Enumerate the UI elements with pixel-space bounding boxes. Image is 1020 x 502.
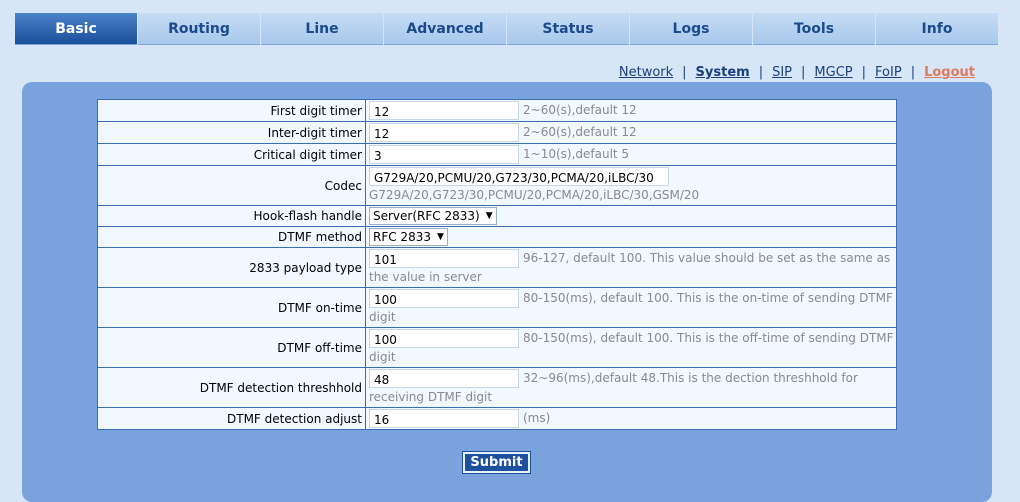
subnav-separator: |	[910, 65, 916, 80]
subnav-system-link[interactable]: System	[696, 65, 750, 80]
dtmf-adjust-input[interactable]: 16	[369, 409, 519, 428]
tab-tools[interactable]: Tools	[753, 13, 875, 45]
subnav-separator: |	[682, 65, 687, 80]
subnav-separator: |	[758, 65, 764, 80]
tab-basic[interactable]: Basic	[15, 13, 137, 45]
table-row: Hook-flash handle Server(RFC 2833) ▼	[97, 205, 897, 227]
dtmf-method-select[interactable]: RFC 2833 ▼	[369, 228, 448, 246]
dtmf-off-time-input[interactable]: 100	[369, 328, 519, 348]
table-row: DTMF on-time 100 80-150(ms), default 100.…	[97, 287, 897, 328]
dtmf-adjust-label: DTMF detection adjust	[97, 407, 366, 430]
tab-status[interactable]: Status	[507, 13, 629, 45]
dtmf-on-time-input[interactable]: 100	[369, 288, 519, 308]
dtmf-off-time-label: DTMF off-time	[97, 327, 366, 368]
first-digit-timer-label: First digit timer	[97, 99, 366, 122]
tab-advanced[interactable]: Advanced	[384, 13, 506, 45]
codec-label: Codec	[97, 165, 366, 206]
dtmf-on-time-label: DTMF on-time	[97, 287, 366, 328]
payload-type-input[interactable]: 101	[369, 248, 519, 268]
hook-flash-selected-value: Server(RFC 2833)	[373, 208, 480, 223]
hook-flash-label: Hook-flash handle	[97, 205, 366, 227]
payload-type-label: 2833 payload type	[97, 247, 366, 288]
inter-digit-timer-hint: 2~60(s),default 12	[523, 125, 637, 139]
chevron-down-icon: ▼	[485, 210, 493, 221]
inter-digit-timer-input[interactable]: 12	[369, 123, 519, 142]
critical-digit-timer-label: Critical digit timer	[97, 143, 366, 166]
table-row: DTMF off-time 100 80-150(ms), default 100…	[97, 327, 897, 368]
chevron-down-icon: ▼	[436, 231, 444, 242]
table-row: DTMF method RFC 2833 ▼	[97, 226, 897, 248]
submit-button[interactable]: Submit	[462, 451, 531, 474]
critical-digit-timer-hint: 1~10(s),default 5	[523, 147, 630, 161]
table-row: Critical digit timer 3 1~10(s),default 5	[97, 143, 897, 166]
subnav-sip-link[interactable]: SIP	[772, 65, 792, 80]
dtmf-threshold-label: DTMF detection threshhold	[97, 367, 366, 408]
dtmf-method-selected-value: RFC 2833	[373, 229, 431, 244]
dtmf-method-label: DTMF method	[97, 226, 366, 248]
main-tabs: Basic Routing Line Advanced Status Logs …	[15, 13, 999, 45]
table-row: 2833 payload type 101 96-127, default 100…	[97, 247, 897, 288]
tab-logs[interactable]: Logs	[630, 13, 752, 45]
first-digit-timer-input[interactable]: 12	[369, 101, 519, 120]
codec-hint: G729A/20,G723/30,PCMU/20,PCMA/20,iLBC/30…	[369, 187, 700, 202]
subnav-network-link[interactable]: Network	[619, 65, 673, 80]
inter-digit-timer-label: Inter-digit timer	[97, 121, 366, 144]
subnav-separator: |	[801, 65, 806, 80]
hook-flash-select[interactable]: Server(RFC 2833) ▼	[369, 207, 497, 225]
subnav-mgcp-link[interactable]: MGCP	[814, 65, 852, 80]
table-row: Inter-digit timer 12 2~60(s),default 12	[97, 121, 897, 144]
table-row: First digit timer 12 2~60(s),default 12	[97, 99, 897, 122]
table-row: DTMF detection threshhold 48 32~96(ms),de…	[97, 367, 897, 408]
subnav-separator: |	[861, 65, 867, 80]
subnav-foip-link[interactable]: FoIP	[875, 65, 902, 80]
sub-navigation: Network | System | SIP | MGCP | FoIP | L…	[619, 65, 975, 80]
tab-info[interactable]: Info	[876, 13, 998, 45]
table-row: Codec G729A/20,PCMU/20,G723/30,PCMA/20,i…	[97, 165, 897, 206]
codec-input[interactable]: G729A/20,PCMU/20,G723/30,PCMA/20,iLBC/30	[369, 166, 669, 186]
logout-link[interactable]: Logout	[924, 65, 975, 80]
tab-line[interactable]: Line	[261, 13, 383, 45]
dtmf-adjust-hint: (ms)	[523, 411, 551, 425]
tab-routing[interactable]: Routing	[138, 13, 260, 45]
first-digit-timer-hint: 2~60(s),default 12	[523, 103, 637, 117]
settings-table: First digit timer 12 2~60(s),default 12 I…	[97, 99, 897, 430]
critical-digit-timer-input[interactable]: 3	[369, 145, 519, 164]
table-row: DTMF detection adjust 16 (ms)	[97, 407, 897, 430]
dtmf-threshold-input[interactable]: 48	[369, 368, 519, 388]
